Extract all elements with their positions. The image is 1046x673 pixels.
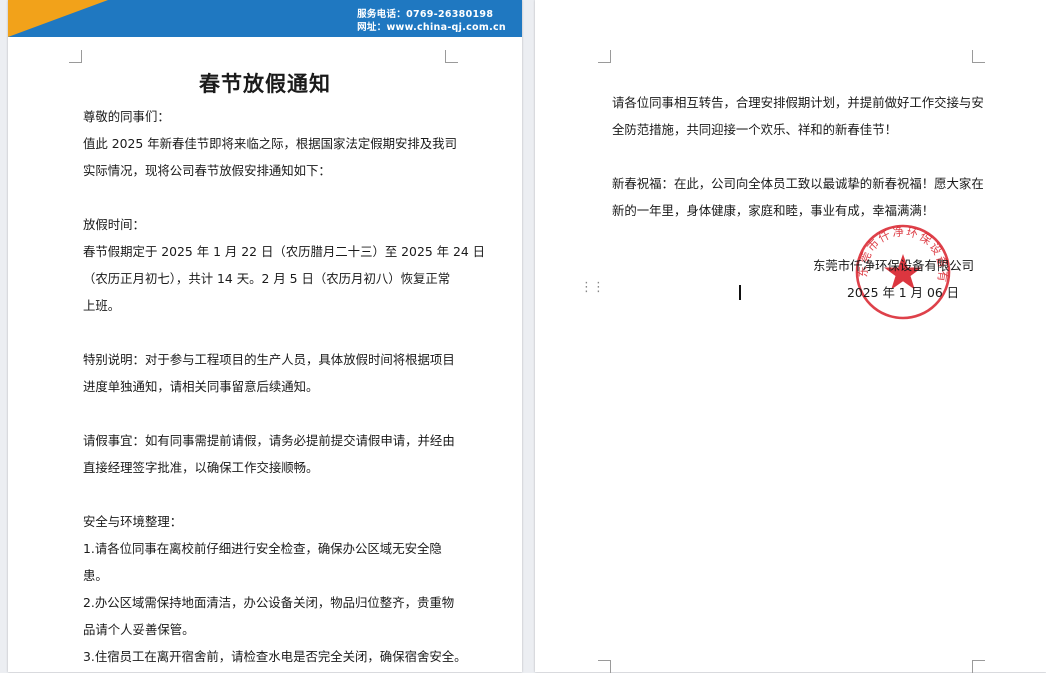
body-line: （农历正月初七），共计 14 天。2 月 5 日（农历月初八）恢复正常	[83, 271, 451, 286]
margin-corner-mark	[69, 50, 82, 63]
drag-handle-icon[interactable]: ⋮⋮	[580, 281, 605, 294]
body-line: 全防范措施，共同迎接一个欢乐、祥和的新春佳节！	[612, 122, 897, 137]
document-page-2[interactable]: 请各位同事相互转告，合理安排假期计划，并提前做好工作交接与安 全防范措施，共同迎…	[535, 0, 1046, 673]
body-line: 特别说明：对于参与工程项目的生产人员，具体放假时间将根据项目	[83, 352, 455, 367]
body-line: 直接经理签字批准，以确保工作交接顺畅。	[83, 460, 319, 475]
body-line: 新春祝福：在此，公司向全体员工致以最诚挚的新春祝福！愿大家在	[612, 176, 984, 191]
body-line: 1.请各位同事在离校前仔细进行安全检查，确保办公区域无安全隐	[83, 541, 442, 556]
body-line: 请各位同事相互转告，合理安排假期计划，并提前做好工作交接与安	[612, 95, 984, 110]
body-line: 2.办公区域需保持地面清洁，办公设备关闭，物品归位整齐，贵重物	[83, 595, 455, 610]
body-line: 上班。	[83, 298, 121, 313]
signature-company: 东莞市仟净环保设备有限公司	[813, 258, 975, 273]
body-line: 进度单独通知，请相关同事留意后续通知。	[83, 379, 319, 394]
body-line: 值此 2025 年新春佳节即将来临之际，根据国家法定假期安排及我司	[83, 136, 457, 151]
signature-date: 2025 年 1 月 06 日	[847, 285, 960, 300]
section-heading: 放假时间：	[83, 217, 145, 232]
text-cursor	[739, 285, 741, 300]
body-line: 3.住宿员工在离开宿舍前，请检查水电是否完全关闭，确保宿舍安全。	[83, 649, 467, 664]
body-line: 品请个人妥善保管。	[83, 622, 195, 637]
banner-orange-accent	[8, 0, 108, 37]
body-line: 春节假期定于 2025 年 1 月 22 日（农历腊月二十三）至 2025 年 …	[83, 244, 486, 259]
margin-corner-mark	[972, 50, 985, 63]
body-line: 实际情况，现将公司春节放假安排通知如下：	[83, 163, 331, 178]
margin-corner-mark	[972, 660, 985, 673]
body-line: 请假事宜：如有同事需提前请假，请务必提前提交请假申请，并经由	[83, 433, 455, 448]
margin-corner-mark	[445, 50, 458, 63]
section-heading: 安全与环境整理：	[83, 514, 183, 529]
body-line: 新的一年里，身体健康，家庭和睦，事业有成，幸福满满！	[612, 203, 935, 218]
banner-contact: 服务电话：0769-26380198 网址：www.china-qj.com.c…	[357, 8, 506, 34]
margin-corner-mark	[598, 50, 611, 63]
margin-corner-mark	[598, 660, 611, 673]
notice-title: 春节放假通知	[199, 71, 331, 96]
banner-phone: 服务电话：0769-26380198	[357, 9, 494, 20]
banner-website: 网址：www.china-qj.com.cn	[357, 22, 506, 33]
document-page-1[interactable]: 服务电话：0769-26380198 网址：www.china-qj.com.c…	[8, 0, 522, 672]
letterhead-banner: 服务电话：0769-26380198 网址：www.china-qj.com.c…	[8, 0, 522, 37]
body-line: 尊敬的同事们：	[83, 109, 170, 124]
body-line: 患。	[83, 568, 108, 583]
